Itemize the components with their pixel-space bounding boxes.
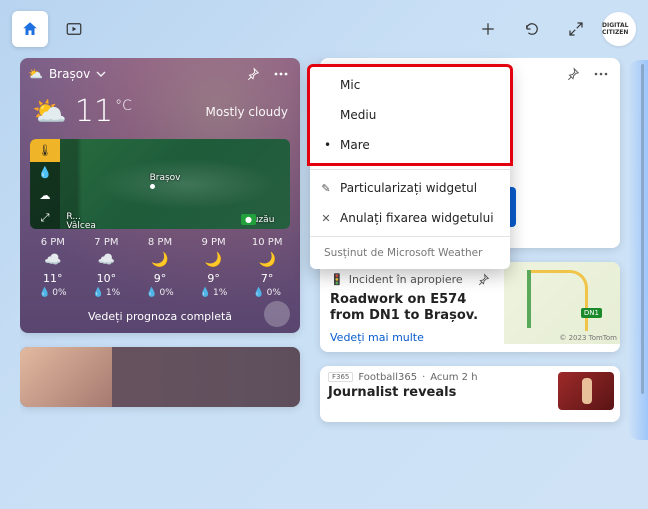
more-icon [274,72,288,76]
hour-slot[interactable]: 7 PM☁️10°💧1% [80,237,134,298]
news-age: Acum 2 h [430,372,477,383]
scrollbar[interactable] [641,64,644,394]
weather-main-icon: ⛅ [32,95,67,128]
hour-slot[interactable]: 9 PM🌙9°💧1% [187,237,241,298]
map-tab-wind[interactable]: ☁ [30,184,60,207]
profile-avatar[interactable]: DIGITAL CITIZEN [602,12,636,46]
unpin-icon: ✕ [319,212,333,225]
more-button[interactable] [270,63,292,85]
widgets-topbar: DIGITAL CITIZEN [0,0,648,58]
customize-widget[interactable]: ✎Particularizați widgetul [310,173,510,203]
more-button[interactable] [590,63,612,85]
size-large[interactable]: Mare [310,130,510,160]
weather-temp: 11 [75,94,113,129]
weather-city: Brașov [49,67,90,81]
traffic-map[interactable]: DN1 © 2023 TomTom [504,262,620,344]
traffic-icon: 🚦 [330,273,344,286]
news-card-stub[interactable] [20,347,300,407]
map-tab-expand[interactable]: ⤢ [30,207,60,230]
traffic-widget[interactable]: 🚦Incident în apropiere Roadwork on E574 … [320,262,620,352]
weather-condition: Mostly cloudy [206,105,289,119]
map-center-label: Brașov [150,173,181,183]
pin-button[interactable] [472,268,494,290]
more-icon [594,72,608,76]
traffic-message: Roadwork on E574 from DN1 to Brașov. [330,292,494,325]
weather-map[interactable]: 🌡 💧 ☁ ⤢ Brașov R... Vâlcea Buzău ● [30,139,290,229]
pin-icon [477,273,490,286]
menu-sponsor: Susținut de Microsoft Weather [310,240,510,266]
refresh-button[interactable] [514,11,550,47]
news-card[interactable]: F365 Football365 · Acum 2 h Journalist r… [320,366,620,422]
widget-context-menu: Mic Mediu Mare ✎Particularizați widgetul… [310,64,510,269]
size-small[interactable]: Mic [310,70,510,100]
menu-separator [310,236,510,237]
hourly-forecast: 6 PM☁️11°💧0% 7 PM☁️10°💧1% 8 PM🌙9°💧0% 9 P… [20,229,300,304]
home-icon [21,20,39,38]
hour-slot[interactable]: 10 PM🌙7°💧0% [240,237,294,298]
pencil-icon: ✎ [319,182,333,195]
pin-button[interactable] [562,63,584,85]
chevron-down-icon[interactable] [96,69,106,79]
forecast-detail-button[interactable] [264,301,290,327]
map-badge: ● [241,214,256,225]
expand-icon [567,20,585,38]
hour-slot[interactable]: 8 PM🌙9°💧0% [133,237,187,298]
watch-button[interactable] [56,11,92,47]
plus-icon [479,20,497,38]
unpin-widget[interactable]: ✕Anulați fixarea widgetului [310,203,510,233]
add-widget-button[interactable] [470,11,506,47]
weather-location-icon: ⛅ [28,67,43,81]
news-source: Football365 [358,372,417,383]
size-medium[interactable]: Mediu [310,100,510,130]
hour-slot[interactable]: 6 PM☁️11°💧0% [26,237,80,298]
weather-unit: °C [115,98,132,114]
weather-widget[interactable]: ⛅ Brașov ⛅ 11°C Mostly cloudy 🌡 [20,58,300,333]
play-rect-icon [65,20,83,38]
news-source-badge: F365 [328,372,353,382]
refresh-icon [523,20,541,38]
news-thumbnail [558,372,614,410]
news-thumbnail [20,347,112,407]
forecast-link[interactable]: Vedeți prognoza completă [88,310,232,323]
map-tab-precip[interactable]: 💧 [30,162,60,185]
traffic-link[interactable]: Vedeți mai multe [330,331,494,344]
expand-button[interactable] [558,11,594,47]
size-group-highlight: Mic Mediu Mare [307,64,513,166]
road-sign: DN1 [581,308,602,318]
pin-button[interactable] [242,63,264,85]
pin-icon [246,67,260,81]
menu-separator [310,169,510,170]
map-center-dot [150,184,155,189]
home-button[interactable] [12,11,48,47]
pin-icon [566,67,580,81]
map-tab-temp[interactable]: 🌡 [30,139,60,162]
map-attribution: © 2023 TomTom [559,334,617,342]
